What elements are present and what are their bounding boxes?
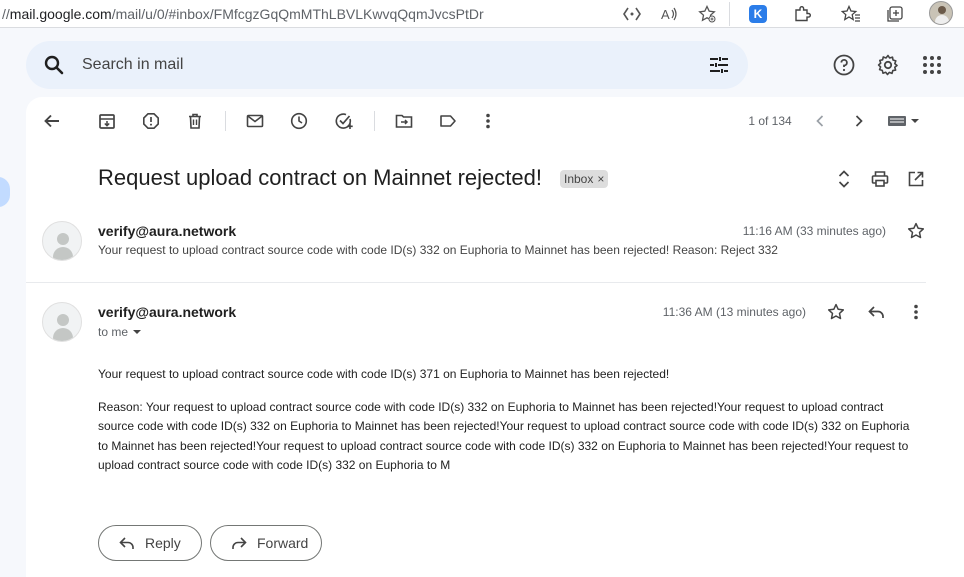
toolbar-separator xyxy=(225,111,226,131)
older-chevron-icon[interactable] xyxy=(849,111,869,131)
recipient-details[interactable]: to me xyxy=(98,325,142,339)
star-icon[interactable] xyxy=(826,302,846,322)
message-body-line: Your request to upload contract source c… xyxy=(98,367,670,381)
read-aloud-icon[interactable]: A xyxy=(659,3,681,25)
apps-grid-icon[interactable] xyxy=(920,53,944,77)
archive-icon[interactable] xyxy=(97,111,117,131)
message-divider xyxy=(26,282,926,283)
expand-all-icon[interactable] xyxy=(834,169,854,189)
address-bar[interactable]: //mail.google.com/mail/u/0/#inbox/FMfcgz… xyxy=(0,0,728,28)
toolbar-separator xyxy=(374,111,375,131)
settings-gear-icon[interactable] xyxy=(876,53,900,77)
profile-avatar[interactable] xyxy=(929,1,953,25)
sender-name[interactable]: verify@aura.network xyxy=(98,223,236,239)
browser-toolbar: //mail.google.com/mail/u/0/#inbox/FMfcgz… xyxy=(0,0,964,28)
add-to-tasks-icon[interactable] xyxy=(334,111,354,131)
favorites-icon[interactable] xyxy=(840,3,862,25)
reader-mode-icon[interactable] xyxy=(621,3,643,25)
collections-icon[interactable] xyxy=(884,3,906,25)
forward-icon xyxy=(231,536,247,550)
reply-label: Reply xyxy=(145,535,181,551)
search-bar xyxy=(26,41,748,89)
search-options-icon[interactable] xyxy=(707,53,731,77)
url-path: /mail/u/0/#inbox/FMfcgzGqQmMThLBVLKwvqQq… xyxy=(111,6,484,22)
snooze-clock-icon[interactable] xyxy=(289,111,309,131)
more-options-icon[interactable] xyxy=(478,111,498,131)
search-icon[interactable] xyxy=(42,53,66,77)
newer-chevron-icon[interactable] xyxy=(810,111,830,131)
back-arrow-icon[interactable] xyxy=(42,111,62,131)
message-snippet[interactable]: Your request to upload contract source c… xyxy=(98,243,778,257)
help-icon[interactable] xyxy=(832,53,856,77)
add-favorite-icon[interactable] xyxy=(696,3,718,25)
extensions-puzzle-icon[interactable] xyxy=(791,3,813,25)
delete-trash-icon[interactable] xyxy=(185,111,205,131)
print-icon[interactable] xyxy=(870,169,890,189)
message-body-reason: Reason: Your request to upload contract … xyxy=(98,400,910,472)
label-tag-icon[interactable] xyxy=(438,111,458,131)
input-tools-keyboard-icon[interactable] xyxy=(886,111,922,131)
url-host: mail.google.com xyxy=(9,6,112,22)
pager-count: 1 of 134 xyxy=(748,114,792,128)
sender-avatar[interactable] xyxy=(42,221,82,261)
sender-name[interactable]: verify@aura.network xyxy=(98,304,236,320)
forward-label: Forward xyxy=(257,535,309,551)
remove-label-icon[interactable]: × xyxy=(597,172,604,186)
message-time: 11:16 AM (33 minutes ago) xyxy=(742,224,886,238)
move-to-folder-icon[interactable] xyxy=(394,111,414,131)
sender-avatar[interactable] xyxy=(42,302,82,342)
star-icon[interactable] xyxy=(906,221,926,241)
recipient-dropdown-icon[interactable] xyxy=(132,328,142,336)
reply-icon xyxy=(119,536,135,550)
extension-k-icon[interactable]: K xyxy=(749,5,767,23)
reply-icon[interactable] xyxy=(866,302,886,322)
search-input[interactable] xyxy=(82,53,642,77)
open-in-new-window-icon[interactable] xyxy=(906,169,926,189)
reply-button[interactable]: Reply xyxy=(98,525,202,561)
label-chip-text: Inbox xyxy=(564,172,594,186)
message-time: 11:36 AM (13 minutes ago) xyxy=(662,305,806,319)
recipient-label: to me xyxy=(98,325,129,339)
compose-side-pill[interactable] xyxy=(0,177,10,207)
mark-unread-icon[interactable] xyxy=(245,111,265,131)
url-prefix: // xyxy=(2,6,10,22)
thread-subject: Request upload contract on Mainnet rejec… xyxy=(98,165,542,190)
svg-text:A: A xyxy=(661,7,670,22)
toolbar-divider xyxy=(729,2,730,26)
message-more-options-icon[interactable] xyxy=(906,302,926,322)
forward-button[interactable]: Forward xyxy=(210,525,322,561)
report-spam-icon[interactable] xyxy=(141,111,161,131)
inbox-label-chip[interactable]: Inbox × xyxy=(560,170,609,188)
